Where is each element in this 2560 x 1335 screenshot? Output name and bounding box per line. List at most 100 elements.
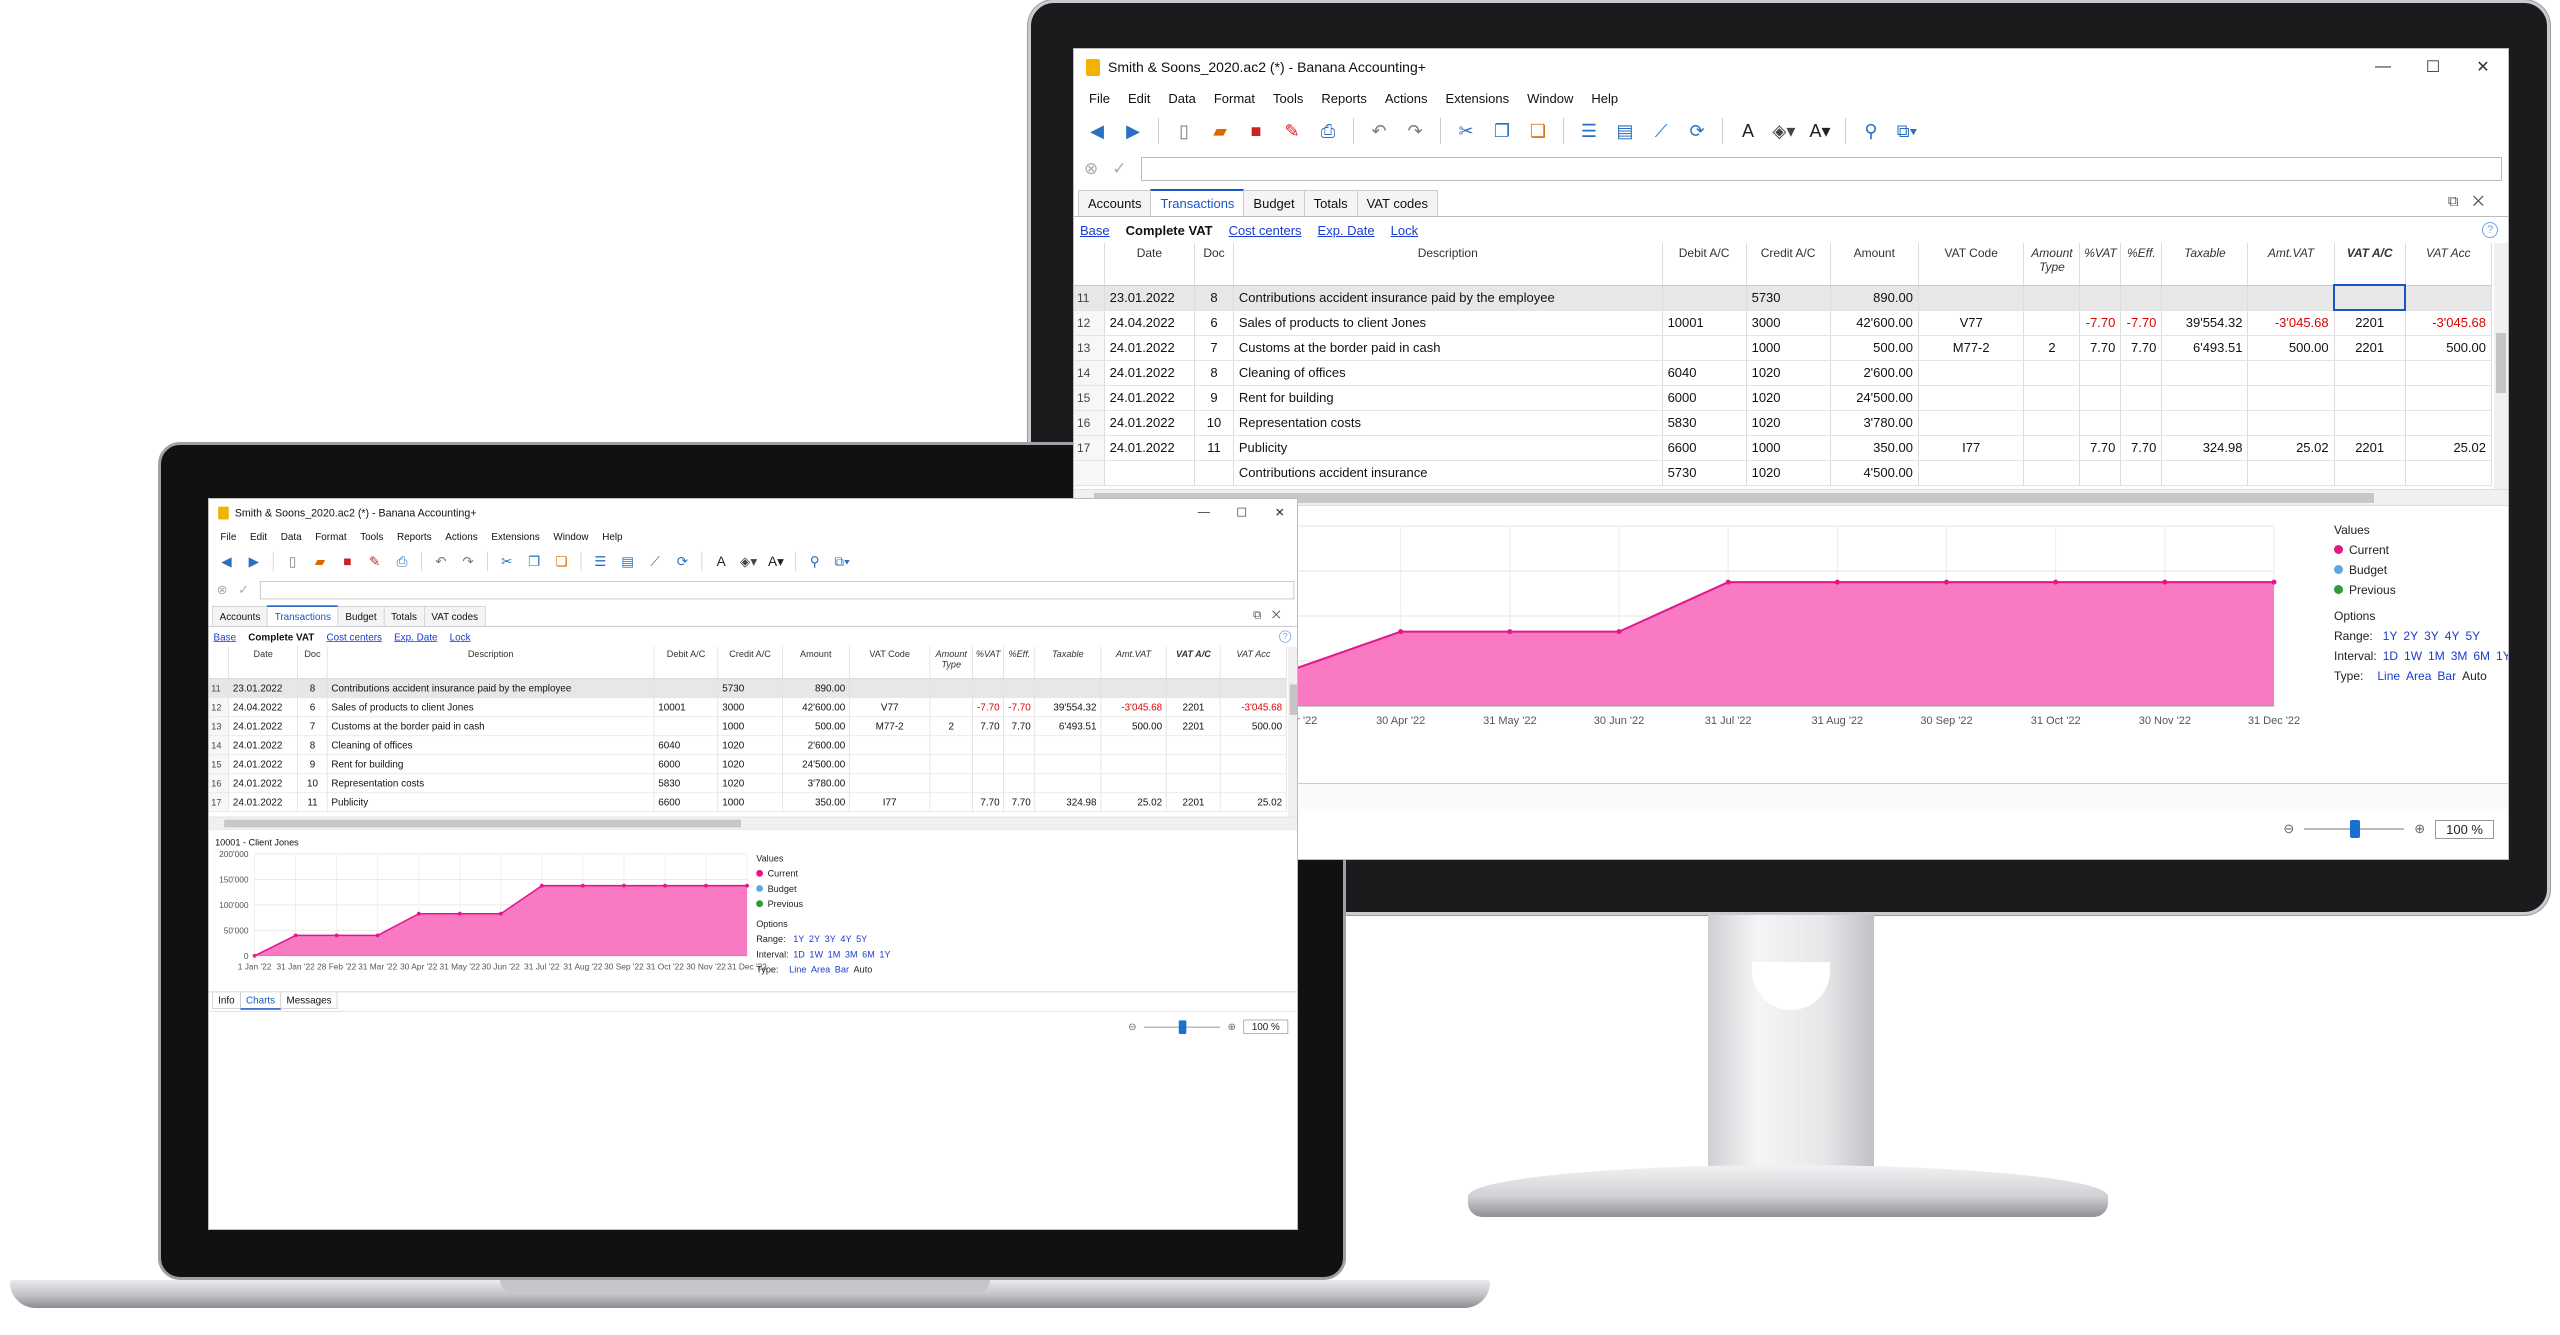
- cell-pct-vat[interactable]: 7.70: [2079, 435, 2122, 461]
- table-row[interactable]: 11 23.01.2022 8 Contributions accident insu…: [209, 678, 1287, 698]
- col-vat-code[interactable]: VAT Code: [1918, 243, 2025, 286]
- cell-date[interactable]: 24.01.2022: [1104, 335, 1196, 361]
- table-row[interactable]: 14 24.01.2022 8 Cleaning of offices 6040 1020…: [209, 735, 1287, 755]
- cell-amt-vat[interactable]: [1100, 735, 1167, 755]
- cell-taxable[interactable]: [2161, 460, 2249, 486]
- cell-description[interactable]: Sales of products to client Jones: [327, 697, 655, 717]
- interval-3m[interactable]: 3M: [845, 949, 858, 960]
- view-complete-vat[interactable]: Complete VAT: [1126, 223, 1213, 238]
- col-pct-vat[interactable]: %VAT: [972, 646, 1005, 679]
- cell-description[interactable]: Customs at the border paid in cash: [1233, 335, 1663, 361]
- cell-vat-code[interactable]: [1918, 410, 2025, 436]
- cell-doc[interactable]: 11: [1194, 435, 1234, 461]
- interval-1w[interactable]: 1W: [809, 949, 823, 960]
- cell-description[interactable]: Representation costs: [1233, 410, 1663, 436]
- view-base[interactable]: Base: [1080, 223, 1110, 238]
- menu-reports[interactable]: Reports: [390, 531, 438, 542]
- col-doc[interactable]: Doc: [1194, 243, 1234, 286]
- cell-vat-code[interactable]: [849, 754, 931, 774]
- minimize-button[interactable]: —: [2358, 58, 2408, 76]
- cell-taxable[interactable]: 39'554.32: [1034, 697, 1102, 717]
- cell-pct-eff[interactable]: [2120, 360, 2163, 386]
- cell-description[interactable]: Publicity: [1233, 435, 1663, 461]
- cell-vat-ac[interactable]: [2334, 410, 2406, 436]
- cell-amount-type[interactable]: [2023, 460, 2081, 486]
- text-color-icon[interactable]: A▾: [765, 550, 788, 573]
- cell-amount-type[interactable]: [2023, 360, 2081, 386]
- col-vat-ac[interactable]: VAT A/C: [1166, 646, 1221, 679]
- cell-pct-vat[interactable]: 7.70: [972, 716, 1005, 736]
- cancel-edit-icon[interactable]: ⊗: [1084, 159, 1098, 179]
- window-icon[interactable]: ⧉▾: [1892, 116, 1922, 146]
- cell-vat-acc[interactable]: -3'045.68: [1220, 697, 1287, 717]
- cell-vat-ac[interactable]: [1166, 754, 1221, 774]
- cell-vat-acc[interactable]: [2405, 410, 2493, 436]
- interval-1d[interactable]: 1D: [793, 949, 805, 960]
- cell-vat-ac[interactable]: [1166, 735, 1221, 755]
- cell-vat-ac[interactable]: 2201: [2334, 310, 2406, 336]
- cell-vat-acc[interactable]: [1220, 678, 1287, 698]
- col-date[interactable]: Date: [1104, 243, 1196, 286]
- cell-pct-eff[interactable]: 7.70: [1003, 792, 1036, 812]
- col-pct-vat[interactable]: %VAT: [2079, 243, 2122, 286]
- cell-doc[interactable]: 7: [297, 716, 328, 736]
- cell-pct-eff[interactable]: 7.70: [2120, 335, 2163, 361]
- pdf-icon[interactable]: ✎: [363, 550, 386, 573]
- view-complete-vat[interactable]: Complete VAT: [248, 631, 314, 642]
- maximize-button[interactable]: ☐: [1223, 505, 1261, 520]
- cell-credit[interactable]: 5730: [718, 678, 783, 698]
- zoom-in-icon[interactable]: ⊕: [2414, 821, 2425, 837]
- cell-doc[interactable]: 10: [297, 773, 328, 793]
- cell-debit[interactable]: 6600: [654, 792, 719, 812]
- type-area[interactable]: Area: [811, 964, 830, 975]
- col-description[interactable]: Description: [1233, 243, 1663, 286]
- cell-description[interactable]: Contributions accident insurance paid by…: [1233, 285, 1663, 311]
- cell-vat-acc[interactable]: [2405, 385, 2493, 411]
- cell-vat-code[interactable]: [1918, 385, 2025, 411]
- cell-taxable[interactable]: 6'493.51: [2161, 335, 2249, 361]
- print-preview-icon[interactable]: ⎙: [1313, 116, 1343, 146]
- table-row[interactable]: 17 24.01.2022 11 Publicity 6600 1000 350.00 I77…: [209, 792, 1287, 812]
- col-pct-eff[interactable]: %Eff.: [1003, 646, 1036, 679]
- cell-taxable[interactable]: [2161, 410, 2249, 436]
- back-icon[interactable]: ◀: [215, 550, 238, 573]
- cell-credit[interactable]: 1020: [718, 754, 783, 774]
- type-line[interactable]: Line: [2377, 669, 2400, 683]
- tab-info[interactable]: Info: [212, 992, 241, 1009]
- cell-amt-vat[interactable]: [1100, 773, 1167, 793]
- cell-taxable[interactable]: [1034, 754, 1102, 774]
- pdf-icon[interactable]: ✎: [1277, 116, 1307, 146]
- col-credit[interactable]: Credit A/C: [1746, 243, 1831, 286]
- menu-file[interactable]: File: [214, 531, 244, 542]
- cell-amount[interactable]: 890.00: [1830, 285, 1919, 311]
- cell-taxable[interactable]: 39'554.32: [2161, 310, 2249, 336]
- new-file-icon[interactable]: ▯: [281, 550, 304, 573]
- col-amount-type[interactable]: Amount Type: [2023, 243, 2081, 286]
- cell-amount[interactable]: 2'600.00: [782, 735, 850, 755]
- interval-3m[interactable]: 3M: [2451, 649, 2468, 663]
- cell-vat-acc[interactable]: 500.00: [2405, 335, 2493, 361]
- insert-rows-icon[interactable]: ☰: [589, 550, 612, 573]
- cell-amt-vat[interactable]: [2247, 360, 2335, 386]
- col-amt-vat[interactable]: Amt.VAT: [2247, 243, 2335, 286]
- cell-vat-ac[interactable]: 2201: [1166, 716, 1221, 736]
- cell-taxable[interactable]: 324.98: [1034, 792, 1102, 812]
- cell-vat-code[interactable]: [849, 678, 931, 698]
- col-amount[interactable]: Amount: [782, 646, 850, 679]
- cell-debit[interactable]: 6000: [1662, 385, 1747, 411]
- cell-date[interactable]: 24.01.2022: [228, 754, 299, 774]
- cell-vat-acc[interactable]: [1220, 735, 1287, 755]
- zoom-level[interactable]: 100 %: [2435, 819, 2494, 839]
- interval-6m[interactable]: 6M: [2473, 649, 2490, 663]
- open-folder-icon[interactable]: ▰: [1205, 116, 1235, 146]
- cell-vat-ac[interactable]: [2333, 284, 2407, 311]
- cell-date[interactable]: 24.01.2022: [228, 773, 299, 793]
- text-color-icon[interactable]: A▾: [1805, 116, 1835, 146]
- cell-amount[interactable]: 350.00: [782, 792, 850, 812]
- interval-1y[interactable]: 1Y: [879, 949, 890, 960]
- cell-pct-vat[interactable]: [2079, 360, 2122, 386]
- cell-vat-ac[interactable]: [1166, 678, 1221, 698]
- cell-vat-code[interactable]: [849, 735, 931, 755]
- refresh-icon[interactable]: ⟳: [1682, 116, 1712, 146]
- cell-amt-vat[interactable]: [2247, 460, 2335, 486]
